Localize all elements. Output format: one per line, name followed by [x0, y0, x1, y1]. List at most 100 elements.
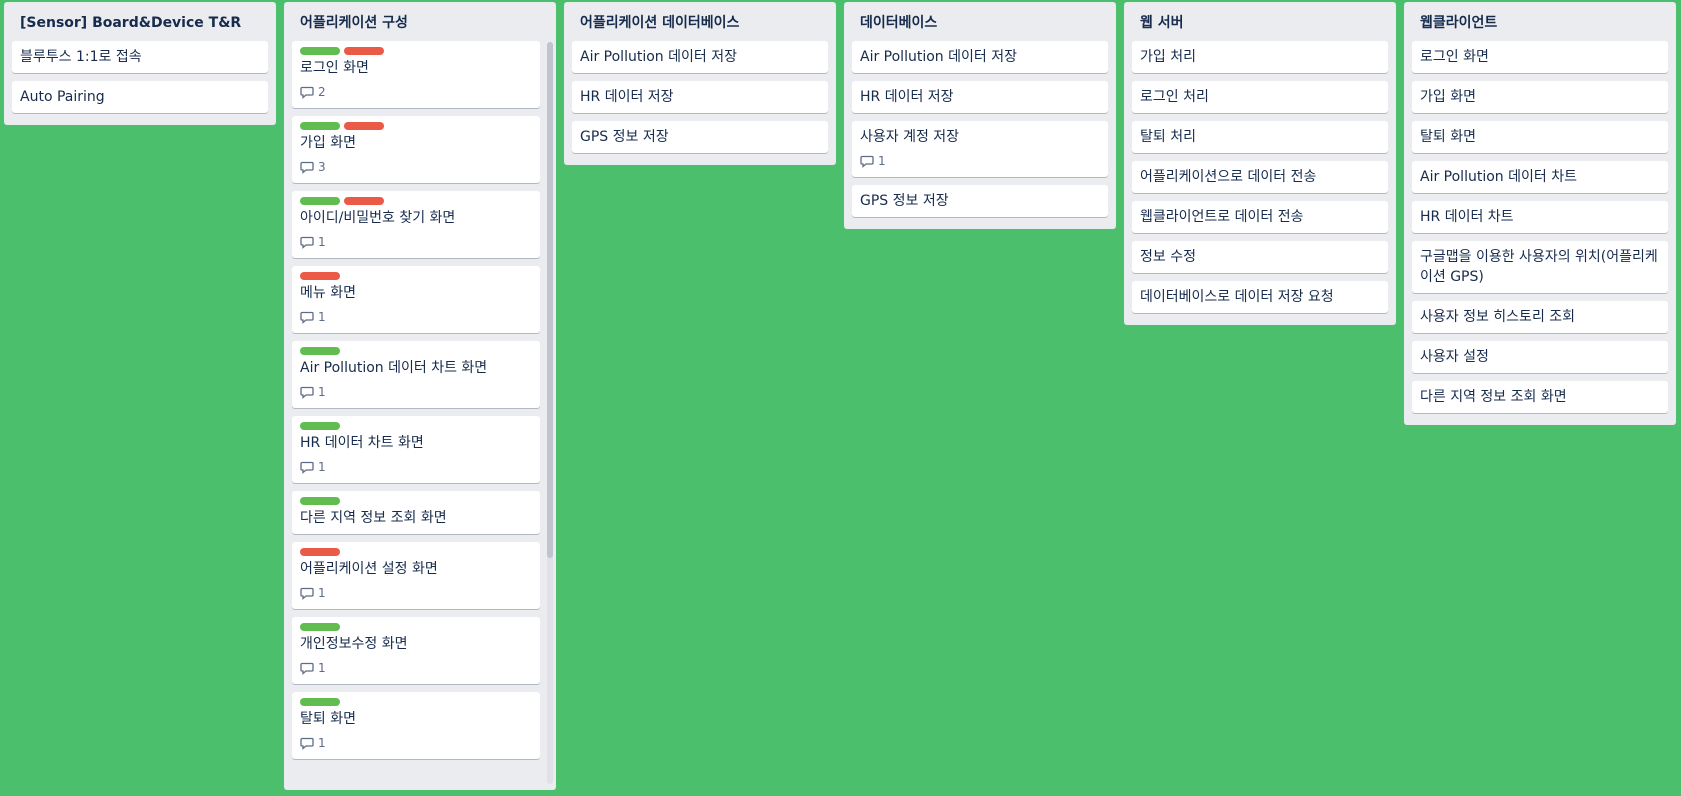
green-label[interactable] — [300, 122, 340, 130]
card-title: 구글맵을 이용한 사용자의 위치(어플리케이션 GPS) — [1420, 249, 1658, 285]
card[interactable]: 가입 화면 3 — [292, 116, 540, 183]
card-title: 어플리케이션 설정 화면 — [300, 561, 438, 577]
card-title: 블루투스 1:1로 접속 — [20, 49, 142, 65]
comment-count: 1 — [878, 154, 886, 168]
card[interactable]: 탈퇴 화면 1 — [292, 692, 540, 759]
card[interactable]: GPS 정보 저장 — [852, 185, 1108, 217]
card-title: Air Pollution 데이터 차트 — [1420, 169, 1577, 185]
card[interactable]: Air Pollution 데이터 저장 — [572, 41, 828, 73]
card[interactable]: 탈퇴 화면 — [1412, 121, 1668, 153]
card-title: 어플리케이션으로 데이터 전송 — [1140, 169, 1317, 185]
card[interactable]: 다른 지역 정보 조회 화면 — [292, 491, 540, 534]
card[interactable]: 가입 화면 — [1412, 81, 1668, 113]
list-column[interactable]: 데이터베이스 Air Pollution 데이터 저장 HR 데이터 저장사용자 계… — [844, 2, 1116, 229]
card-list: 가입 처리로그인 처리탈퇴 처리어플리케이션으로 데이터 전송웹클라이언트로 데… — [1124, 41, 1396, 325]
card[interactable]: 아이디/비밀번호 찾기 화면 1 — [292, 191, 540, 258]
card[interactable]: 사용자 계정 저장 1 — [852, 121, 1108, 177]
comment-count: 1 — [318, 460, 326, 474]
card-labels — [300, 197, 532, 205]
comment-badge: 2 — [300, 82, 532, 102]
card-title: 메뉴 화면 — [300, 285, 356, 301]
list-column[interactable]: 어플리케이션 데이터베이스 Air Pollution 데이터 저장 HR 데이터 … — [564, 2, 836, 165]
card-labels — [300, 122, 532, 130]
card[interactable]: HR 데이터 차트 — [1412, 201, 1668, 233]
list-column[interactable]: 어플리케이션 구성 로그인 화면 2 가입 화면 3 아이디/비밀번호 찾기 화면 1 메뉴 … — [284, 2, 556, 790]
card-list: 블루투스 1:1로 접속 Auto Pairing — [4, 41, 276, 125]
card[interactable]: Air Pollution 데이터 차트 화면 1 — [292, 341, 540, 408]
card[interactable]: 메뉴 화면 1 — [292, 266, 540, 333]
green-label[interactable] — [300, 623, 340, 631]
comment-badge: 1 — [300, 382, 532, 402]
card[interactable]: 탈퇴 처리 — [1132, 121, 1388, 153]
list-title[interactable]: 데이터베이스 — [844, 2, 1116, 41]
card-title: 탈퇴 화면 — [1420, 129, 1476, 145]
comment-icon — [300, 460, 314, 474]
card-labels — [300, 623, 532, 631]
card-labels — [300, 497, 532, 505]
card[interactable]: 로그인 처리 — [1132, 81, 1388, 113]
list-title[interactable]: 어플리케이션 데이터베이스 — [564, 2, 836, 41]
green-label[interactable] — [300, 497, 340, 505]
card[interactable]: HR 데이터 저장 — [572, 81, 828, 113]
card-title: HR 데이터 차트 — [1420, 209, 1514, 225]
red-label[interactable] — [344, 197, 384, 205]
comment-badge: 1 — [860, 151, 1100, 171]
card-list: Air Pollution 데이터 저장 HR 데이터 저장사용자 계정 저장 1 G… — [844, 41, 1116, 229]
list-title[interactable]: 웹 서버 — [1124, 2, 1396, 41]
green-label[interactable] — [300, 347, 340, 355]
card[interactable]: 정보 수정 — [1132, 241, 1388, 273]
red-label[interactable] — [300, 272, 340, 280]
card[interactable]: 가입 처리 — [1132, 41, 1388, 73]
card[interactable]: GPS 정보 저장 — [572, 121, 828, 153]
list-column[interactable]: [Sensor] Board&Device T&R 블루투스 1:1로 접속 Aut… — [4, 2, 276, 125]
green-label[interactable] — [300, 422, 340, 430]
comment-count: 3 — [318, 160, 326, 174]
card-title: 데이터베이스로 데이터 저장 요청 — [1140, 289, 1334, 305]
card-title: Auto Pairing — [20, 89, 105, 105]
red-label[interactable] — [344, 47, 384, 55]
green-label[interactable] — [300, 47, 340, 55]
card[interactable]: 개인정보수정 화면 1 — [292, 617, 540, 684]
card-title: 정보 수정 — [1140, 249, 1196, 265]
red-label[interactable] — [300, 548, 340, 556]
list-title[interactable]: [Sensor] Board&Device T&R — [4, 2, 276, 41]
card[interactable]: 사용자 설정 — [1412, 341, 1668, 373]
card[interactable]: Air Pollution 데이터 차트 — [1412, 161, 1668, 193]
card-title: Air Pollution 데이터 저장 — [860, 49, 1017, 65]
card[interactable]: Auto Pairing — [12, 81, 268, 113]
card[interactable]: HR 데이터 저장 — [852, 81, 1108, 113]
list-title[interactable]: 어플리케이션 구성 — [284, 2, 556, 41]
card[interactable]: 구글맵을 이용한 사용자의 위치(어플리케이션 GPS) — [1412, 241, 1668, 293]
card-title: 웹클라이언트로 데이터 전송 — [1140, 209, 1304, 225]
comment-count: 1 — [318, 736, 326, 750]
card-labels — [300, 422, 532, 430]
card-title: 탈퇴 처리 — [1140, 129, 1196, 145]
green-label[interactable] — [300, 197, 340, 205]
card[interactable]: 웹클라이언트로 데이터 전송 — [1132, 201, 1388, 233]
list-title[interactable]: 웹클라이언트 — [1404, 2, 1676, 41]
card[interactable]: 로그인 화면 2 — [292, 41, 540, 108]
list-column[interactable]: 웹클라이언트로그인 화면가입 화면탈퇴 화면 Air Pollution 데이터 … — [1404, 2, 1676, 425]
card[interactable]: 사용자 정보 히스토리 조회 — [1412, 301, 1668, 333]
card-title: HR 데이터 저장 — [580, 89, 674, 105]
card[interactable]: Air Pollution 데이터 저장 — [852, 41, 1108, 73]
card[interactable]: 어플리케이션 설정 화면 1 — [292, 542, 540, 609]
comment-badge: 1 — [300, 307, 532, 327]
red-label[interactable] — [344, 122, 384, 130]
card-title: 로그인 화면 — [1420, 49, 1489, 65]
card-title: Air Pollution 데이터 저장 — [580, 49, 737, 65]
card[interactable]: 다른 지역 정보 조회 화면 — [1412, 381, 1668, 413]
card[interactable]: HR 데이터 차트 화면 1 — [292, 416, 540, 483]
card[interactable]: 데이터베이스로 데이터 저장 요청 — [1132, 281, 1388, 313]
card-title: 가입 화면 — [1420, 89, 1476, 105]
green-label[interactable] — [300, 698, 340, 706]
card[interactable]: 블루투스 1:1로 접속 — [12, 41, 268, 73]
card-title: 로그인 처리 — [1140, 89, 1209, 105]
card-title: 사용자 계정 저장 — [860, 129, 960, 145]
card-title: 다른 지역 정보 조회 화면 — [1420, 389, 1567, 405]
card-labels — [300, 548, 532, 556]
card[interactable]: 어플리케이션으로 데이터 전송 — [1132, 161, 1388, 193]
list-column[interactable]: 웹 서버 가입 처리로그인 처리탈퇴 처리어플리케이션으로 데이터 전송웹클라이언… — [1124, 2, 1396, 325]
card-list: 로그인 화면가입 화면탈퇴 화면 Air Pollution 데이터 차트 HR 데… — [1404, 41, 1676, 425]
card[interactable]: 로그인 화면 — [1412, 41, 1668, 73]
